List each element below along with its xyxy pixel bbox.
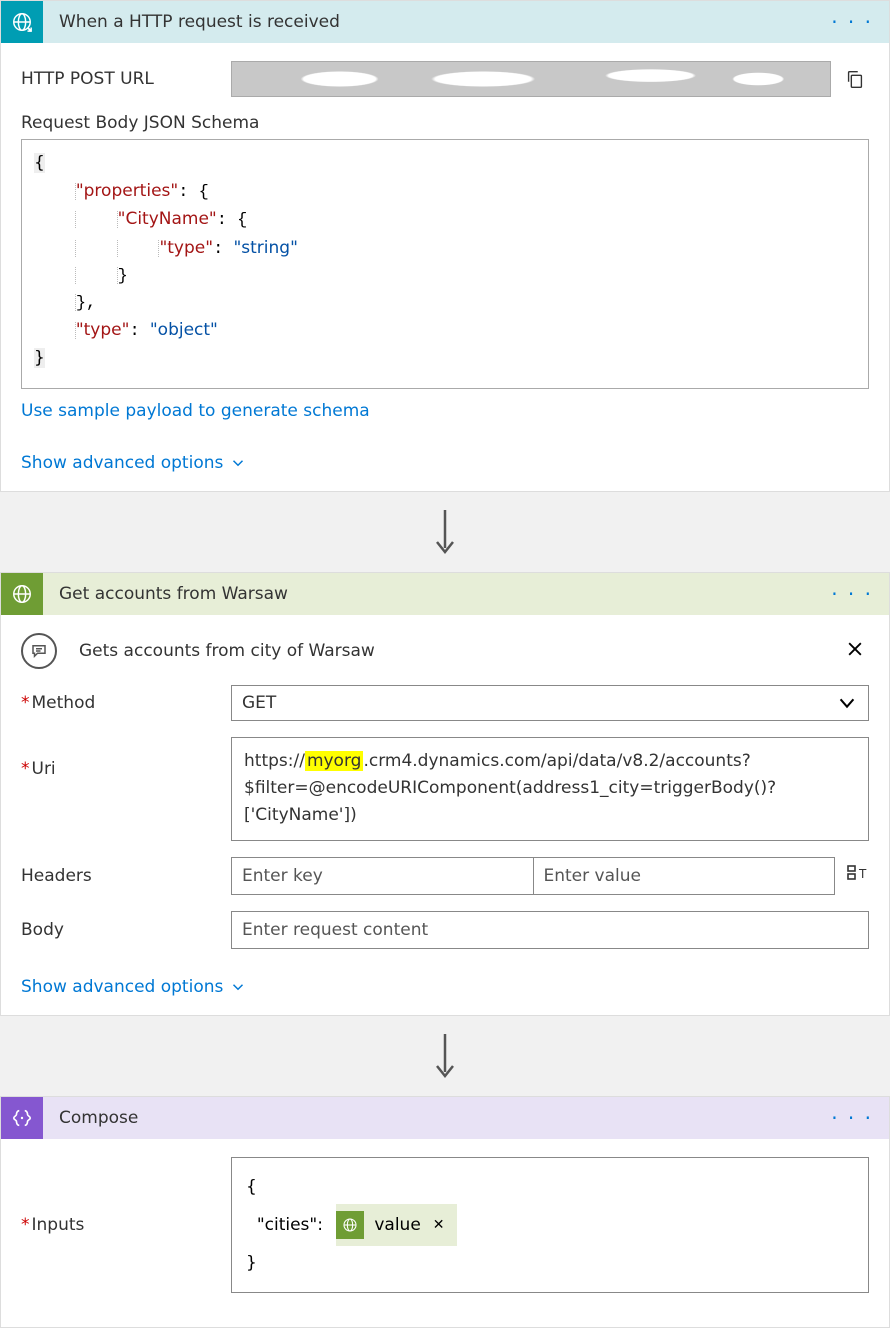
value-token[interactable]: value ✕: [336, 1204, 456, 1246]
chevron-down-icon: [229, 454, 247, 472]
compose-title: Compose: [59, 1108, 827, 1128]
http-action-header[interactable]: Get accounts from Warsaw · · ·: [1, 573, 889, 615]
token-remove-button[interactable]: ✕: [429, 1211, 449, 1239]
schema-editor[interactable]: { "properties": { "CityName": { "type": …: [21, 139, 869, 389]
compose-icon: [1, 1097, 43, 1139]
http-request-icon: [1, 1, 43, 43]
action-comment: Gets accounts from city of Warsaw: [1, 615, 889, 679]
method-label: Method: [21, 693, 231, 713]
header-value-input[interactable]: [534, 857, 836, 895]
trigger-header[interactable]: When a HTTP request is received · · ·: [1, 1, 889, 43]
uri-label: Uri: [21, 737, 231, 841]
more-options-button[interactable]: · · ·: [827, 1106, 877, 1130]
post-url-field[interactable]: [231, 61, 831, 97]
text-mode-button[interactable]: T: [845, 862, 869, 890]
show-advanced-trigger[interactable]: Show advanced options: [21, 453, 247, 473]
inputs-editor[interactable]: { "cities": value ✕ }: [231, 1157, 869, 1293]
flow-arrow: [0, 1016, 890, 1096]
copy-url-button[interactable]: [841, 65, 869, 93]
headers-label: Headers: [21, 866, 231, 886]
body-label: Body: [21, 920, 231, 940]
compose-card: Compose · · · Inputs { "cities": value ✕…: [0, 1096, 890, 1328]
chevron-down-icon: [836, 692, 858, 714]
post-url-label: HTTP POST URL: [21, 69, 231, 89]
http-action-card: Get accounts from Warsaw · · · Gets acco…: [0, 572, 890, 1016]
more-options-button[interactable]: · · ·: [827, 582, 877, 606]
comment-text: Gets accounts from city of Warsaw: [79, 641, 841, 661]
schema-label: Request Body JSON Schema: [21, 113, 869, 133]
show-advanced-http[interactable]: Show advanced options: [21, 977, 247, 997]
uri-input[interactable]: https://myorg.crm4.dynamics.com/api/data…: [231, 737, 869, 841]
flow-arrow: [0, 492, 890, 572]
compose-header[interactable]: Compose · · ·: [1, 1097, 889, 1139]
comment-icon: [21, 633, 57, 669]
sample-payload-link[interactable]: Use sample payload to generate schema: [21, 401, 370, 421]
http-icon: [1, 573, 43, 615]
chevron-down-icon: [229, 978, 247, 996]
svg-text:T: T: [858, 867, 867, 881]
trigger-title: When a HTTP request is received: [59, 12, 827, 32]
more-options-button[interactable]: · · ·: [827, 10, 877, 34]
close-button[interactable]: [841, 635, 869, 667]
http-action-title: Get accounts from Warsaw: [59, 584, 827, 604]
method-select[interactable]: GET: [231, 685, 869, 721]
trigger-body: HTTP POST URL Request Body JSON Schema {…: [1, 43, 889, 491]
header-key-input[interactable]: [231, 857, 534, 895]
body-input[interactable]: [231, 911, 869, 949]
trigger-card: When a HTTP request is received · · · HT…: [0, 0, 890, 492]
inputs-label: Inputs: [21, 1215, 231, 1235]
http-icon: [336, 1211, 364, 1239]
